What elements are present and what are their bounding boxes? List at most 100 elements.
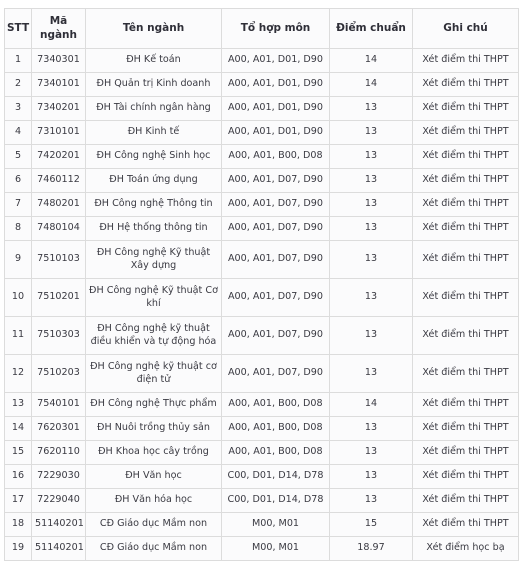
cell-ten-nganh: ĐH Công nghệ Kỹ thuật Cơ khí bbox=[85, 278, 222, 317]
cell-ma-nganh: 7480201 bbox=[31, 192, 86, 217]
cell-to-hop-mon: A00, A01, D07, D90 bbox=[221, 192, 330, 217]
cell-ten-nganh: ĐH Văn hóa học bbox=[85, 488, 222, 513]
cell-ma-nganh: 7310101 bbox=[31, 120, 86, 145]
cell-ma-nganh: 7540101 bbox=[31, 392, 86, 417]
cell-stt: 7 bbox=[4, 192, 32, 217]
cell-ghi-chu: Xét điểm thi THPT bbox=[412, 512, 519, 537]
cell-ten-nganh: ĐH Kế toán bbox=[85, 48, 222, 73]
cell-diem-chuan: 13 bbox=[329, 168, 413, 193]
cell-ma-nganh: 7340101 bbox=[31, 72, 86, 97]
cell-stt: 10 bbox=[4, 278, 32, 317]
cell-ma-nganh: 7340201 bbox=[31, 96, 86, 121]
cell-ten-nganh: CĐ Giáo dục Mầm non bbox=[85, 536, 222, 561]
cell-ten-nganh: ĐH Công nghệ Sinh học bbox=[85, 144, 222, 169]
cell-diem-chuan: 14 bbox=[329, 72, 413, 97]
cell-stt: 9 bbox=[4, 240, 32, 279]
cell-to-hop-mon: A00, A01, D01, D90 bbox=[221, 72, 330, 97]
table-row: 9 7510103 ĐH Công nghệ Kỹ thuật Xây dựng A0… bbox=[4, 240, 519, 279]
cell-to-hop-mon: A00, A01, D01, D90 bbox=[221, 120, 330, 145]
cell-stt: 5 bbox=[4, 144, 32, 169]
cell-ghi-chu: Xét điểm thi THPT bbox=[412, 168, 519, 193]
cell-ten-nganh: ĐH Khoa học cây trồng bbox=[85, 440, 222, 465]
column-header-diem-chuan: Điểm chuẩn bbox=[329, 8, 413, 49]
cell-stt: 16 bbox=[4, 464, 32, 489]
cell-ghi-chu: Xét điểm thi THPT bbox=[412, 120, 519, 145]
table-row: 7 7480201 ĐH Công nghệ Thông tin A00, A01, … bbox=[4, 192, 519, 217]
cell-ghi-chu: Xét điểm thi THPT bbox=[412, 488, 519, 513]
cell-stt: 1 bbox=[4, 48, 32, 73]
cell-ma-nganh: 51140201 bbox=[31, 536, 86, 561]
cell-ma-nganh: 51140201 bbox=[31, 512, 86, 537]
cell-ma-nganh: 7510103 bbox=[31, 240, 86, 279]
cell-ten-nganh: ĐH Công nghệ Thực phẩm bbox=[85, 392, 222, 417]
cell-ma-nganh: 7620110 bbox=[31, 440, 86, 465]
cell-to-hop-mon: A00, A01, D07, D90 bbox=[221, 168, 330, 193]
cell-ghi-chu: Xét điểm thi THPT bbox=[412, 144, 519, 169]
cell-diem-chuan: 13 bbox=[329, 144, 413, 169]
cell-ten-nganh: ĐH Công nghệ kỹ thuật cơ điện tử bbox=[85, 354, 222, 393]
column-header-stt: STT bbox=[4, 8, 32, 49]
column-header-ghi-chu: Ghi chú bbox=[412, 8, 519, 49]
cell-ten-nganh: ĐH Hệ thống thông tin bbox=[85, 216, 222, 241]
cell-ghi-chu: Xét điểm thi THPT bbox=[412, 392, 519, 417]
table-row: 15 7620110 ĐH Khoa học cây trồng A00, A01, … bbox=[4, 440, 519, 465]
table-row: 10 7510201 ĐH Công nghệ Kỹ thuật Cơ khí A00… bbox=[4, 278, 519, 317]
table-row: 2 7340101 ĐH Quản trị Kinh doanh A00, A01, … bbox=[4, 72, 519, 97]
cell-diem-chuan: 13 bbox=[329, 192, 413, 217]
cell-ten-nganh: ĐH Kinh tế bbox=[85, 120, 222, 145]
cell-diem-chuan: 13 bbox=[329, 416, 413, 441]
table-row: 18 51140201 CĐ Giáo dục Mầm non M00, M01 15 X… bbox=[4, 512, 519, 537]
cell-ghi-chu: Xét điểm thi THPT bbox=[412, 96, 519, 121]
cell-stt: 18 bbox=[4, 512, 32, 537]
cell-to-hop-mon: A00, A01, D07, D90 bbox=[221, 316, 330, 355]
cell-ma-nganh: 7480104 bbox=[31, 216, 86, 241]
cell-ghi-chu: Xét điểm thi THPT bbox=[412, 354, 519, 393]
table-row: 19 51140201 CĐ Giáo dục Mầm non M00, M01 18.… bbox=[4, 536, 519, 561]
cell-stt: 19 bbox=[4, 536, 32, 561]
cell-stt: 17 bbox=[4, 488, 32, 513]
cell-to-hop-mon: A00, A01, D07, D90 bbox=[221, 240, 330, 279]
table-row: 14 7620301 ĐH Nuôi trồng thủy sản A00, A01,… bbox=[4, 416, 519, 441]
cell-to-hop-mon: C00, D01, D14, D78 bbox=[221, 464, 330, 489]
cell-ten-nganh: ĐH Nuôi trồng thủy sản bbox=[85, 416, 222, 441]
cell-diem-chuan: 14 bbox=[329, 392, 413, 417]
cell-diem-chuan: 13 bbox=[329, 278, 413, 317]
admissions-table: STT Mã ngành Tên ngành Tổ hợp môn Điểm c… bbox=[4, 8, 519, 561]
cell-ghi-chu: Xét điểm thi THPT bbox=[412, 240, 519, 279]
cell-stt: 8 bbox=[4, 216, 32, 241]
table-header: STT Mã ngành Tên ngành Tổ hợp môn Điểm c… bbox=[4, 8, 519, 49]
cell-diem-chuan: 14 bbox=[329, 48, 413, 73]
cell-ma-nganh: 7229040 bbox=[31, 488, 86, 513]
cell-ma-nganh: 7229030 bbox=[31, 464, 86, 489]
cell-ten-nganh: ĐH Quản trị Kinh doanh bbox=[85, 72, 222, 97]
cell-ma-nganh: 7510303 bbox=[31, 316, 86, 355]
cell-to-hop-mon: A00, A01, D07, D90 bbox=[221, 354, 330, 393]
cell-diem-chuan: 13 bbox=[329, 240, 413, 279]
cell-ten-nganh: ĐH Toán ứng dụng bbox=[85, 168, 222, 193]
cell-ghi-chu: Xét điểm thi THPT bbox=[412, 416, 519, 441]
admissions-table-container: STT Mã ngành Tên ngành Tổ hợp môn Điểm c… bbox=[4, 8, 519, 561]
table-row: 11 7510303 ĐH Công nghệ kỹ thuật điều khiể… bbox=[4, 316, 519, 355]
table-row: 16 7229030 ĐH Văn học C00, D01, D14, D78 13 X… bbox=[4, 464, 519, 489]
cell-ten-nganh: ĐH Công nghệ Kỹ thuật Xây dựng bbox=[85, 240, 222, 279]
cell-ghi-chu: Xét điểm thi THPT bbox=[412, 316, 519, 355]
cell-to-hop-mon: A00, A01, D01, D90 bbox=[221, 96, 330, 121]
cell-ma-nganh: 7620301 bbox=[31, 416, 86, 441]
cell-ghi-chu: Xét điểm thi THPT bbox=[412, 464, 519, 489]
cell-diem-chuan: 13 bbox=[329, 354, 413, 393]
cell-ghi-chu: Xét điểm thi THPT bbox=[412, 72, 519, 97]
table-body: 1 7340301 ĐH Kế toán A00, A01, D01, D90 14 Xé… bbox=[4, 48, 519, 561]
cell-ma-nganh: 7510203 bbox=[31, 354, 86, 393]
cell-diem-chuan: 13 bbox=[329, 216, 413, 241]
cell-stt: 13 bbox=[4, 392, 32, 417]
cell-diem-chuan: 13 bbox=[329, 96, 413, 121]
cell-ten-nganh: ĐH Tài chính ngân hàng bbox=[85, 96, 222, 121]
table-row: 13 7540101 ĐH Công nghệ Thực phẩm A00, A01,… bbox=[4, 392, 519, 417]
cell-diem-chuan: 18.97 bbox=[329, 536, 413, 561]
cell-stt: 12 bbox=[4, 354, 32, 393]
cell-ten-nganh: ĐH Công nghệ Thông tin bbox=[85, 192, 222, 217]
cell-to-hop-mon: A00, A01, D07, D90 bbox=[221, 278, 330, 317]
cell-to-hop-mon: A00, A01, B00, D08 bbox=[221, 144, 330, 169]
cell-ghi-chu: Xét điểm thi THPT bbox=[412, 48, 519, 73]
cell-ghi-chu: Xét điểm thi THPT bbox=[412, 216, 519, 241]
